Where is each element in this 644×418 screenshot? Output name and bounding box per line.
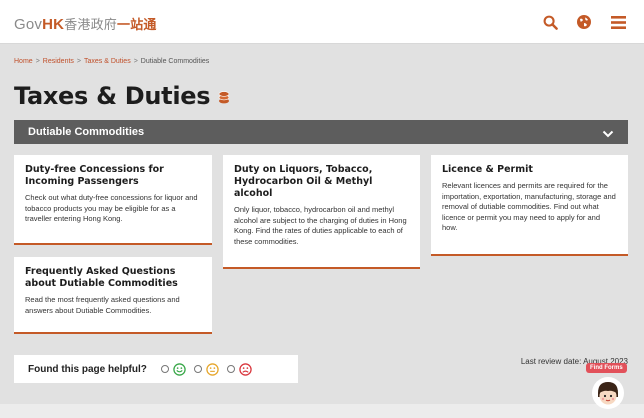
card-duty-free-concessions[interactable]: Duty-free Concessions for Incoming Passe… xyxy=(14,155,212,245)
feedback-radio-happy[interactable] xyxy=(160,365,169,373)
chevron-down-icon[interactable] xyxy=(602,126,614,144)
card-duty-on-liquors[interactable]: Duty on Liquors, Tobacco, Hydrocarbon Oi… xyxy=(223,155,420,269)
card-description: Read the most frequently asked questions… xyxy=(25,295,180,315)
breadcrumb-residents[interactable]: Residents xyxy=(43,58,74,65)
page-feedback: Found this page helpful? xyxy=(14,355,298,383)
accordion-label: Dutiable Commodities xyxy=(28,126,145,138)
breadcrumb-home[interactable]: Home xyxy=(14,58,33,65)
breadcrumb-separator: > xyxy=(133,58,138,65)
card-title: Licence & Permit xyxy=(442,164,533,175)
govhk-logo[interactable]: GovHK香港政府一站通 xyxy=(14,14,157,33)
breadcrumb-separator: > xyxy=(35,58,40,65)
card-title: Frequently Asked Questions about Dutiabl… xyxy=(25,266,178,289)
feedback-radio-sad[interactable] xyxy=(226,365,235,373)
breadcrumb-current: Dutiable Commodities xyxy=(140,58,210,65)
logo-chinese-accent-text: 一站通 xyxy=(117,17,157,32)
happy-face-icon[interactable] xyxy=(173,362,186,376)
page-title-text: Taxes & Duties xyxy=(14,82,211,110)
card-description: Relevant licences and permits are requir… xyxy=(442,181,616,232)
page-title: Taxes & Duties xyxy=(14,82,230,110)
card-faq-dutiable[interactable]: Frequently Asked Questions about Dutiabl… xyxy=(14,257,212,334)
footer-band xyxy=(0,404,644,418)
dutiable-commodities-accordion[interactable]: Dutiable Commodities xyxy=(14,120,628,144)
find-forms-button[interactable]: Find Forms xyxy=(586,363,630,413)
neutral-face-icon[interactable] xyxy=(206,362,219,376)
card-description: Only liquor, tobacco, hydrocarbon oil an… xyxy=(234,205,407,246)
header-icons xyxy=(540,12,628,32)
card-licence-permit[interactable]: Licence & Permit Relevant licences and p… xyxy=(431,155,628,256)
feedback-question: Found this page helpful? xyxy=(28,363,147,375)
card-title: Duty on Liquors, Tobacco, Hydrocarbon Oi… xyxy=(234,164,373,199)
breadcrumb: Home > Residents > Taxes & Duties > Dutiable C… xyxy=(14,58,209,65)
globe-icon[interactable] xyxy=(574,12,594,32)
feedback-radio-neutral[interactable] xyxy=(193,365,202,373)
site-header: GovHK香港政府一站通 xyxy=(0,0,644,44)
logo-hk-text: HK xyxy=(42,16,65,33)
breadcrumb-separator: > xyxy=(76,58,82,65)
search-icon[interactable] xyxy=(540,12,560,32)
breadcrumb-taxes-duties[interactable]: Taxes & Duties xyxy=(84,58,131,65)
card-description: Check out what duty-free concessions for… xyxy=(25,193,198,223)
coins-icon xyxy=(218,82,230,110)
sad-face-icon[interactable] xyxy=(239,362,252,376)
card-title: Duty-free Concessions for Incoming Passe… xyxy=(25,164,164,187)
logo-chinese-text: 香港政府 xyxy=(64,17,118,32)
logo-gov-text: Gov xyxy=(14,16,43,33)
find-forms-label: Find Forms xyxy=(586,363,627,373)
mascot-icon xyxy=(592,377,624,409)
menu-icon[interactable] xyxy=(608,12,628,32)
